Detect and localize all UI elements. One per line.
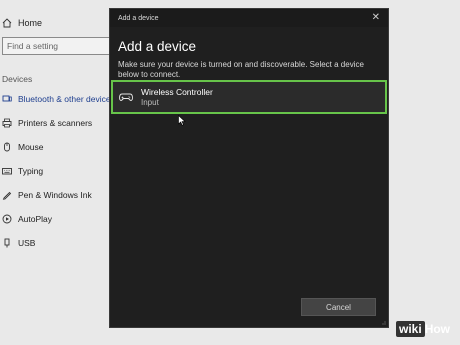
- watermark-how: How: [424, 322, 451, 336]
- section-label: Devices: [2, 74, 33, 84]
- search-placeholder: Find a setting: [7, 41, 59, 51]
- sidebar-item-pen[interactable]: Pen & Windows Ink: [2, 188, 92, 202]
- usb-icon: [2, 238, 12, 248]
- sidebar-item-autoplay[interactable]: AutoPlay: [2, 212, 52, 226]
- sidebar-item-bluetooth[interactable]: Bluetooth & other devices: [2, 92, 115, 106]
- sidebar-item-label: Mouse: [18, 142, 44, 152]
- sidebar-item-label: Typing: [18, 166, 44, 176]
- wikihow-watermark: wiki How: [396, 321, 451, 337]
- sidebar-item-label: Pen & Windows Ink: [18, 190, 92, 200]
- pen-icon: [2, 190, 12, 200]
- sidebar-item-label: Printers & scanners: [18, 118, 93, 128]
- sidebar-item-label: AutoPlay: [18, 214, 53, 224]
- mouse-cursor-icon: [178, 115, 186, 126]
- sidebar-item-label: Bluetooth & other devices: [18, 94, 115, 104]
- sidebar-item-label: USB: [18, 238, 36, 248]
- sidebar-item-mouse[interactable]: Mouse: [2, 140, 44, 154]
- search-input[interactable]: Find a setting: [2, 37, 120, 55]
- keyboard-icon: [2, 166, 12, 176]
- gamepad-icon: [119, 93, 133, 101]
- printer-icon: [2, 118, 12, 128]
- watermark-wiki: wiki: [396, 321, 425, 337]
- cancel-button[interactable]: Cancel: [301, 298, 376, 316]
- device-list-item[interactable]: Wireless Controller Input: [111, 80, 387, 114]
- device-type: Input: [141, 97, 159, 107]
- dialog-titlebar: Add a device ✕: [110, 9, 388, 27]
- device-name: Wireless Controller: [141, 86, 213, 97]
- sidebar-item-printers[interactable]: Printers & scanners: [2, 116, 92, 130]
- add-device-dialog: Add a device ✕ Add a device Make sure yo…: [110, 9, 388, 327]
- sidebar-item-typing[interactable]: Typing: [2, 164, 43, 178]
- sidebar-item-usb[interactable]: USB: [2, 236, 35, 250]
- home-nav-item[interactable]: Home: [2, 15, 42, 31]
- home-icon: [2, 18, 12, 28]
- home-label: Home: [18, 18, 43, 28]
- dialog-instructions: Make sure your device is turned on and d…: [118, 60, 364, 79]
- autoplay-icon: [2, 214, 12, 224]
- window-title: Add a device: [118, 14, 159, 22]
- mouse-icon: [2, 142, 12, 152]
- close-icon[interactable]: ✕: [372, 13, 380, 23]
- dialog-heading: Add a device: [118, 39, 197, 54]
- bluetooth-icon: [2, 94, 12, 104]
- resize-grip-icon[interactable]: [380, 319, 386, 325]
